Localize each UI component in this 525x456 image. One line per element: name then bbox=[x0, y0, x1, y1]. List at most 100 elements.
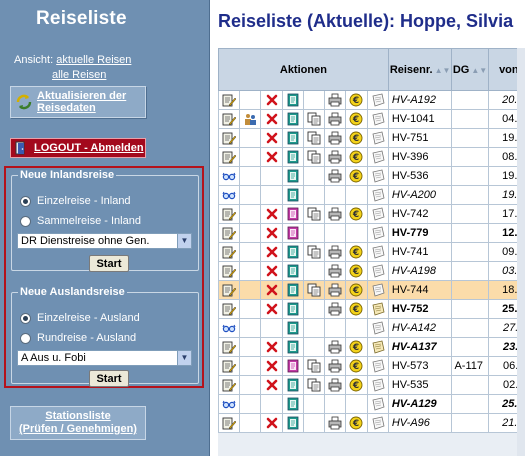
table-row[interactable]: €HV-A9621.10.20 bbox=[218, 413, 525, 433]
euro-icon[interactable]: € bbox=[349, 302, 363, 316]
action-cell[interactable] bbox=[218, 204, 241, 224]
radio-icon[interactable] bbox=[20, 332, 31, 344]
view-glasses-icon[interactable] bbox=[222, 397, 236, 411]
document-pink-icon[interactable] bbox=[286, 359, 300, 373]
note-icon[interactable] bbox=[371, 283, 385, 297]
action-cell[interactable]: € bbox=[345, 109, 368, 129]
document-icon[interactable] bbox=[286, 188, 300, 202]
action-cell[interactable]: € bbox=[345, 261, 368, 281]
edit-icon[interactable] bbox=[222, 150, 237, 164]
document-icon[interactable] bbox=[286, 93, 300, 107]
delete-icon[interactable] bbox=[265, 302, 279, 316]
edit-icon[interactable] bbox=[222, 112, 237, 126]
document-pink-icon[interactable] bbox=[286, 226, 300, 240]
print-icon[interactable] bbox=[328, 340, 342, 354]
action-cell[interactable] bbox=[302, 280, 326, 300]
edit-icon[interactable] bbox=[222, 302, 237, 316]
action-cell[interactable] bbox=[281, 318, 304, 338]
note-yellow-icon[interactable] bbox=[371, 302, 385, 316]
table-row[interactable]: €HV-74217.03.20 bbox=[218, 204, 525, 224]
action-cell[interactable]: € bbox=[345, 413, 368, 433]
refresh-button[interactable]: Aktualisieren der Reisedaten bbox=[10, 86, 146, 118]
copy-icon[interactable] bbox=[307, 359, 321, 373]
action-cell[interactable] bbox=[281, 185, 304, 205]
note-icon[interactable] bbox=[371, 131, 385, 145]
copy-icon[interactable] bbox=[307, 112, 321, 126]
action-cell[interactable] bbox=[302, 109, 326, 129]
action-cell[interactable] bbox=[281, 337, 304, 357]
print-icon[interactable] bbox=[328, 378, 342, 392]
action-cell[interactable] bbox=[218, 90, 241, 110]
note-icon[interactable] bbox=[371, 359, 385, 373]
table-row[interactable]: €HV-53619.04.20 bbox=[218, 166, 525, 186]
print-icon[interactable] bbox=[328, 93, 342, 107]
action-cell[interactable] bbox=[281, 280, 304, 300]
copy-icon[interactable] bbox=[307, 207, 321, 221]
table-row[interactable]: €HV-53502.11.20 bbox=[218, 375, 525, 395]
action-cell[interactable] bbox=[281, 90, 304, 110]
action-cell[interactable] bbox=[281, 375, 304, 395]
note-icon[interactable] bbox=[371, 416, 385, 430]
euro-icon[interactable]: € bbox=[349, 340, 363, 354]
action-cell[interactable] bbox=[366, 128, 389, 148]
delete-icon[interactable] bbox=[265, 207, 279, 221]
delete-icon[interactable] bbox=[265, 378, 279, 392]
view-glasses-icon[interactable] bbox=[222, 169, 236, 183]
action-cell[interactable] bbox=[218, 356, 241, 376]
document-icon[interactable] bbox=[286, 283, 300, 297]
action-cell[interactable] bbox=[281, 413, 304, 433]
abroad-type-select[interactable]: A Aus u. Fobi ▼ bbox=[17, 350, 192, 366]
print-icon[interactable] bbox=[328, 207, 342, 221]
action-cell[interactable] bbox=[260, 147, 283, 167]
copy-icon[interactable] bbox=[307, 131, 321, 145]
action-cell[interactable] bbox=[324, 261, 347, 281]
document-icon[interactable] bbox=[286, 245, 300, 259]
table-row[interactable]: €HV-573A-11706.11.20 bbox=[218, 356, 525, 376]
action-cell[interactable] bbox=[260, 128, 283, 148]
document-icon[interactable] bbox=[286, 131, 300, 145]
action-cell[interactable]: € bbox=[345, 147, 368, 167]
print-icon[interactable] bbox=[328, 302, 342, 316]
delete-icon[interactable] bbox=[265, 359, 279, 373]
euro-icon[interactable]: € bbox=[349, 359, 363, 373]
table-row[interactable]: HV-A20019.03.20 bbox=[218, 185, 525, 205]
edit-icon[interactable] bbox=[222, 416, 237, 430]
action-cell[interactable] bbox=[260, 413, 283, 433]
radio-icon[interactable] bbox=[20, 215, 31, 227]
euro-icon[interactable]: € bbox=[349, 245, 363, 259]
action-cell[interactable] bbox=[302, 375, 326, 395]
copy-icon[interactable] bbox=[307, 283, 321, 297]
document-pink-icon[interactable] bbox=[286, 207, 300, 221]
action-cell[interactable] bbox=[366, 147, 389, 167]
edit-icon[interactable] bbox=[222, 378, 237, 392]
sort-icon[interactable]: ▲▼ bbox=[435, 66, 451, 75]
view-current-link[interactable]: aktuelle Reisen bbox=[56, 54, 131, 66]
euro-icon[interactable]: € bbox=[349, 131, 363, 145]
action-cell[interactable] bbox=[302, 128, 326, 148]
action-cell[interactable] bbox=[218, 166, 241, 186]
euro-icon[interactable]: € bbox=[349, 283, 363, 297]
action-cell[interactable] bbox=[218, 413, 241, 433]
note-icon[interactable] bbox=[371, 169, 385, 183]
action-cell[interactable] bbox=[218, 318, 241, 338]
action-cell[interactable] bbox=[260, 223, 283, 243]
note-icon[interactable] bbox=[371, 207, 385, 221]
group-icon[interactable] bbox=[243, 112, 257, 126]
abroad-start-button[interactable]: Start bbox=[89, 370, 129, 387]
action-cell[interactable] bbox=[281, 204, 304, 224]
euro-icon[interactable]: € bbox=[349, 112, 363, 126]
edit-icon[interactable] bbox=[222, 340, 237, 354]
action-cell[interactable] bbox=[218, 147, 241, 167]
action-cell[interactable]: € bbox=[345, 90, 368, 110]
action-cell[interactable] bbox=[281, 147, 304, 167]
action-cell[interactable] bbox=[260, 337, 283, 357]
table-row[interactable]: €HV-75119.06.20 bbox=[218, 128, 525, 148]
document-icon[interactable] bbox=[286, 150, 300, 164]
print-icon[interactable] bbox=[328, 112, 342, 126]
action-cell[interactable] bbox=[366, 280, 389, 300]
print-icon[interactable] bbox=[328, 359, 342, 373]
action-cell[interactable]: € bbox=[345, 242, 368, 262]
euro-icon[interactable]: € bbox=[349, 264, 363, 278]
action-cell[interactable] bbox=[281, 299, 304, 319]
note-icon[interactable] bbox=[371, 150, 385, 164]
